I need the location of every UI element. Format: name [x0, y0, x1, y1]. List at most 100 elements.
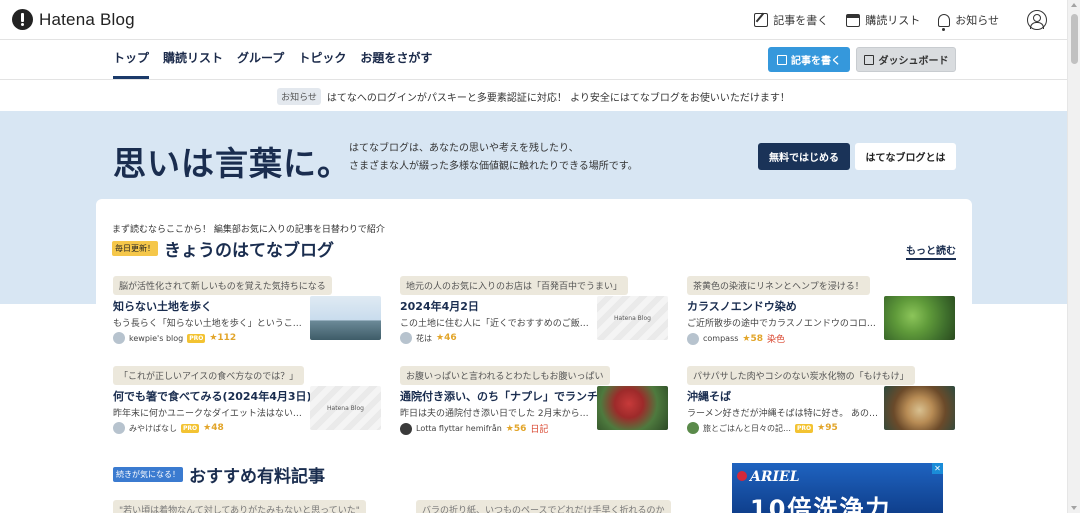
entry-card[interactable]: 脳が活性化されて新しいものを覚えた気持ちになる 知らない土地を歩く もう長らく「… — [113, 276, 383, 356]
star-count: ★95 — [817, 423, 838, 433]
entry-card[interactable]: お腹いっぱいと言われるとわたしもお腹いっぱい 通院付き添い、のち「ナプレ」でラン… — [400, 366, 670, 446]
entry-meta: compass ★58 染色 — [687, 332, 785, 345]
advertisement[interactable]: ARIEL 10倍洗浄力 ✕ — [732, 463, 943, 513]
main-nav: トップ 購読リスト グループ トピック お題をさがす 記事を書く ダッシュボード — [0, 40, 1067, 80]
about-hatena-blog-button[interactable]: はてなブログとは — [855, 143, 956, 170]
entry-tag[interactable]: 染色 — [767, 332, 785, 345]
author-name[interactable]: Lotta flyttar hemifrån — [416, 424, 502, 433]
entry-card[interactable]: 茶黄色の染液にリネンとヘンプを浸ける！ カラスノエンドウ染め ご近所散歩の途中で… — [687, 276, 957, 356]
scrollbar-thumb[interactable] — [1071, 14, 1078, 64]
star-count: ★46 — [436, 333, 457, 343]
today-heading: 毎日更新！ きょうのはてなブログ — [112, 236, 334, 261]
author-name[interactable]: kewpie's blog — [129, 334, 183, 343]
author-avatar — [113, 332, 125, 344]
header-write-link[interactable]: 記事を書く — [754, 12, 828, 28]
author-name[interactable]: みやけばなし — [129, 423, 177, 434]
entry-thumbnail[interactable]: Hatena Blog — [597, 296, 668, 340]
author-avatar — [687, 422, 699, 434]
pen-icon — [754, 13, 769, 27]
entry-title[interactable]: 何でも箸で食べてみる(2024年4月3日) — [113, 388, 312, 404]
tab-topics[interactable]: トピック — [298, 40, 346, 79]
header-reader-link[interactable]: 購読リスト — [846, 12, 920, 28]
entry-thumbnail[interactable] — [597, 386, 668, 430]
write-article-label: 記事を書く — [791, 56, 841, 67]
today-title: きょうのはてなブログ — [164, 241, 334, 261]
bell-icon — [938, 13, 951, 31]
entry-thumbnail[interactable] — [310, 296, 381, 340]
entry-title[interactable]: 2024年4月2日 — [400, 298, 479, 314]
scroll-up-arrow-icon[interactable] — [1071, 3, 1077, 7]
hatena-logo-icon — [12, 9, 33, 30]
entry-title[interactable]: 通院付き添い、のち「ナプレ」でランチ — [400, 388, 598, 404]
entry-excerpt: この土地に住む人に「近くでおすすめのご飯… — [400, 319, 589, 329]
hero-desc-line1: はてなブログは、あなたの思いや考えを残したり、 — [349, 143, 579, 154]
nav-tabs: トップ 購読リスト グループ トピック お題をさがす — [113, 40, 432, 79]
hatena-blog-thumb-text: Hatena Blog — [327, 404, 364, 412]
header-notify-link[interactable]: お知らせ — [938, 12, 999, 31]
scroll-down-arrow-icon[interactable] — [1071, 506, 1077, 510]
entry-tag[interactable]: 日記 — [530, 422, 548, 435]
write-article-button[interactable]: 記事を書く — [768, 47, 850, 72]
ad-close-icon[interactable]: ✕ — [932, 463, 943, 474]
entry-excerpt: 昨年末に何かユニークなダイエット法はない… — [113, 409, 302, 419]
ad-headline: 10倍洗浄力 — [750, 495, 892, 513]
entry-catch: 「これが正しいアイスの食べ方なのでは？」 — [113, 366, 305, 385]
author-avatar — [400, 332, 412, 344]
entry-thumbnail[interactable] — [884, 296, 955, 340]
entry-thumbnail[interactable] — [884, 386, 955, 430]
header-write-label: 記事を書く — [773, 14, 829, 27]
entry-card[interactable]: 「これが正しいアイスの食べ方なのでは？」 何でも箸で食べてみる(2024年4月3… — [113, 366, 383, 446]
star-count: ★48 — [203, 423, 224, 433]
pen-icon — [777, 54, 787, 65]
dashboard-label: ダッシュボード — [878, 56, 949, 67]
paid-heading: 続きが気になる！ おすすめ有料記事 — [113, 462, 325, 487]
paid-catch: バラの折り紙、いつものペースでどれだけ手早く折れるのか — [416, 500, 671, 513]
tab-top[interactable]: トップ — [113, 40, 150, 79]
notice-badge: お知らせ — [277, 87, 321, 105]
entry-excerpt: ラーメン好きだが沖縄そばは特に好き。 あの… — [687, 409, 879, 419]
header-links: 記事を書く 購読リスト お知らせ — [754, 10, 1047, 31]
author-name[interactable]: compass — [703, 334, 738, 343]
pro-badge: PRO — [795, 423, 814, 433]
entry-catch: お腹いっぱいと言われるとわたしもお腹いっぱい — [400, 366, 610, 385]
dashboard-button[interactable]: ダッシュボード — [856, 47, 956, 72]
tab-subscriptions[interactable]: 購読リスト — [163, 40, 223, 79]
reader-icon — [846, 13, 861, 27]
read-more-link[interactable]: もっと読む — [906, 242, 956, 260]
entry-catch: 地元の人のお気に入りのお店は「百発百中でうまい」 — [400, 276, 629, 295]
entry-title[interactable]: 沖縄そば — [687, 388, 731, 404]
entry-title[interactable]: 知らない土地を歩く — [113, 298, 212, 314]
entry-meta: 旅とごはんと日々の記… PRO ★95 — [687, 422, 838, 434]
entry-card[interactable]: パサパサした肉やコシのない炭水化物の「もけもけ」 沖縄そば ラーメン好きだが沖縄… — [687, 366, 957, 446]
tab-groups[interactable]: グループ — [237, 40, 284, 79]
entry-excerpt: もう長らく「知らない土地を歩く」というこ… — [113, 319, 302, 329]
hero-description: はてなブログは、あなたの思いや考えを残したり、 さまざまな人が綴った多様な価値観… — [349, 140, 638, 176]
notice-bar: お知らせ はてなへのログインがパスキーと多要素認証に対応！ より安全にはてなブロ… — [0, 81, 1067, 111]
entry-catch: パサパサした肉やコシのない炭水化物の「もけもけ」 — [687, 366, 915, 385]
today-intro: まず読むならここから！ 編集部お気に入りの記事を日替わりで紹介 — [112, 225, 385, 235]
star-count: ★58 — [742, 333, 763, 344]
top-header: Hatena Blog 記事を書く 購読リスト お知らせ — [0, 0, 1067, 40]
entry-title[interactable]: カラスノエンドウ染め — [687, 298, 797, 314]
author-name[interactable]: 旅とごはんと日々の記… — [703, 423, 791, 434]
author-avatar — [400, 422, 412, 435]
notice-text[interactable]: はてなへのログインがパスキーと多要素認証に対応！ より安全にはてなブログをお使い… — [327, 89, 790, 104]
dashboard-icon — [863, 54, 874, 65]
hero-title: 思いは言葉に。 — [113, 144, 351, 183]
entry-card[interactable]: 地元の人のお気に入りのお店は「百発百中でうまい」 2024年4月2日 この土地に… — [400, 276, 670, 356]
star-count: ★112 — [209, 333, 237, 343]
start-free-button[interactable]: 無料ではじめる — [758, 143, 850, 170]
hatena-blog-logo[interactable]: Hatena Blog — [12, 9, 135, 30]
paid-badge: 続きが気になる！ — [113, 467, 183, 482]
entry-meta: kewpie's blog PRO ★112 — [113, 332, 236, 344]
paid-catch: "若い頃は着物なんて対してありがたみもないと思っていた" — [113, 500, 366, 513]
user-account-icon[interactable] — [1027, 10, 1047, 30]
ad-brand: ARIEL — [737, 469, 800, 485]
tab-find-themes[interactable]: お題をさがす — [360, 40, 432, 79]
header-reader-label: 購読リスト — [865, 14, 921, 27]
entry-thumbnail[interactable]: Hatena Blog — [310, 386, 381, 430]
page-scrollbar[interactable] — [1067, 0, 1080, 513]
author-name[interactable]: 花は — [416, 333, 432, 344]
entry-excerpt: ご近所散歩の途中でカラスノエンドウのコロ… — [687, 319, 876, 329]
hatena-blog-thumb-text: Hatena Blog — [614, 314, 651, 322]
